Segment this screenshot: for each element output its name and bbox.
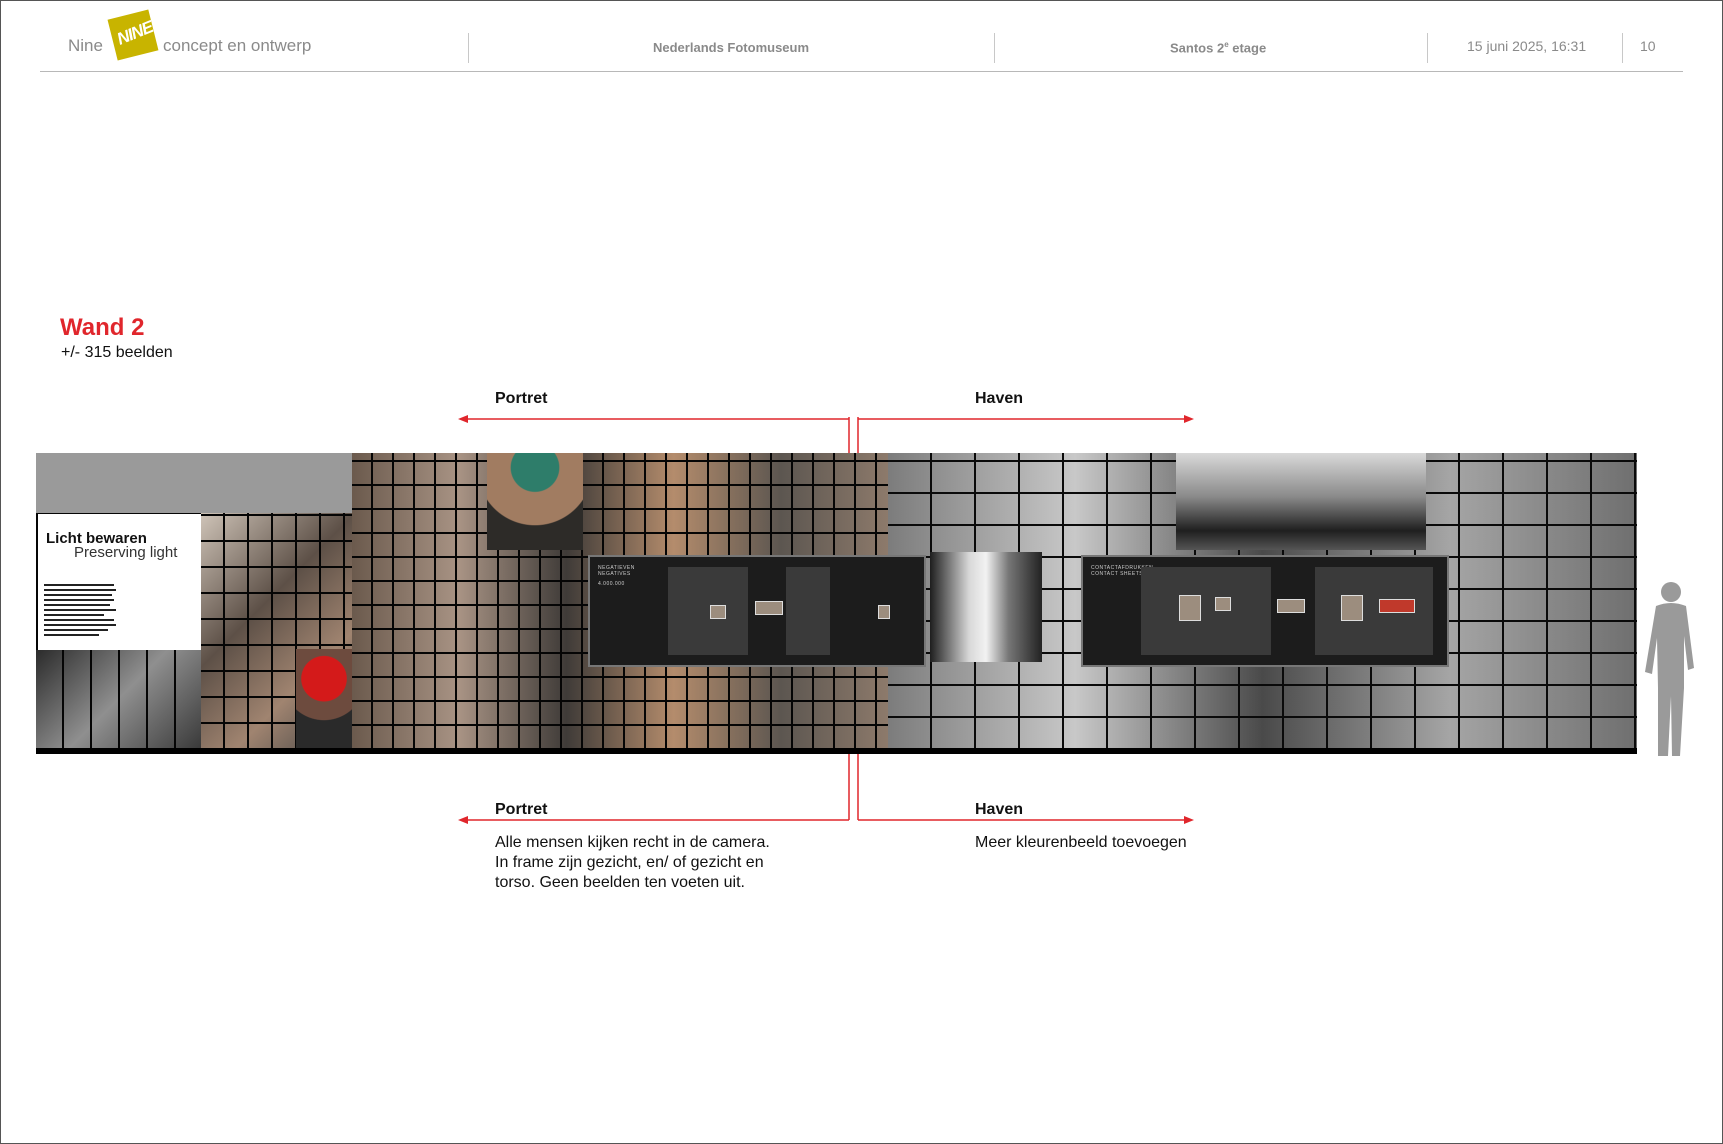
contactsheet-thumbnail xyxy=(1179,595,1201,621)
negative-thumbnail xyxy=(878,605,890,619)
date-time: 15 juni 2025, 16:31 xyxy=(1467,38,1587,54)
panel-title-en: Preserving light xyxy=(74,544,178,561)
client-name: Nederlands Fotomuseum xyxy=(653,40,810,55)
human-scale-figure-icon xyxy=(1645,582,1694,756)
arrow-label-portret-top: Portret xyxy=(495,390,548,407)
grey-blank-area xyxy=(36,453,352,513)
negative-thumbnail xyxy=(755,601,783,615)
nine-logo-icon: NINE xyxy=(107,9,159,61)
arrow-label-portret-bottom: Portret xyxy=(495,801,548,818)
panel-body-text-block xyxy=(44,584,194,639)
harbor-tower-image xyxy=(930,552,1042,662)
arrow-label-haven-top: Haven xyxy=(975,390,1024,407)
negative-thumbnail xyxy=(710,605,726,619)
wall-base xyxy=(36,748,1637,754)
header-divider xyxy=(994,33,995,63)
wall-elevation: Licht bewaren Preserving light NEGATIEVE… xyxy=(36,453,1637,754)
contactsheets-caption-en: CONTACT SHEETS xyxy=(1091,571,1144,577)
wall-title: Wand 2 xyxy=(60,314,145,341)
contactsheet-thumbnail xyxy=(1215,597,1231,611)
contactsheet-viewer xyxy=(1141,567,1271,655)
haven-note: Meer kleurenbeeld toevoegen xyxy=(975,834,1187,851)
harbor-ship-panorama-image xyxy=(1176,453,1426,550)
contactsheet-thumbnail xyxy=(1277,599,1305,613)
fisherman-portrait-image xyxy=(487,453,583,550)
logo-tagline: concept en ontwerp xyxy=(163,36,312,55)
portrait-photo-grid-bottom xyxy=(36,650,201,748)
negative-viewer xyxy=(668,567,748,655)
location-label: Santos 2e etage xyxy=(1170,40,1267,56)
wall-image-count: +/- 315 beelden xyxy=(61,344,173,361)
page-header: Nine NINE concept en ontwerp Nederlands … xyxy=(0,0,1723,80)
header-divider xyxy=(1427,33,1428,63)
negative-viewer xyxy=(786,567,830,655)
contactsheets-display-screen: CONTACTAFDRUKKEN CONTACT SHEETS xyxy=(1081,555,1449,667)
logo-text-nine: Nine xyxy=(68,36,103,55)
contactsheet-thumbnail xyxy=(1341,595,1363,621)
page-number: 10 xyxy=(1640,38,1656,54)
boxer-portrait-image xyxy=(296,649,352,748)
header-rule xyxy=(40,71,1683,72)
negatives-count: 4.000.000 xyxy=(598,581,625,587)
header-divider xyxy=(468,33,469,63)
negatives-display-screen: NEGATIEVEN NEGATIVES 4.000.000 xyxy=(588,555,926,667)
intro-text-panel: Licht bewaren Preserving light xyxy=(38,514,201,650)
header-divider xyxy=(1622,33,1623,63)
negatives-caption-en: NEGATIVES xyxy=(598,571,631,577)
portret-note: Alle mensen kijken recht in de camera. I… xyxy=(495,834,770,891)
contactsheet-thumbnail xyxy=(1379,599,1415,613)
arrow-label-haven-bottom: Haven xyxy=(975,801,1024,818)
contactsheet-viewer xyxy=(1315,567,1433,655)
